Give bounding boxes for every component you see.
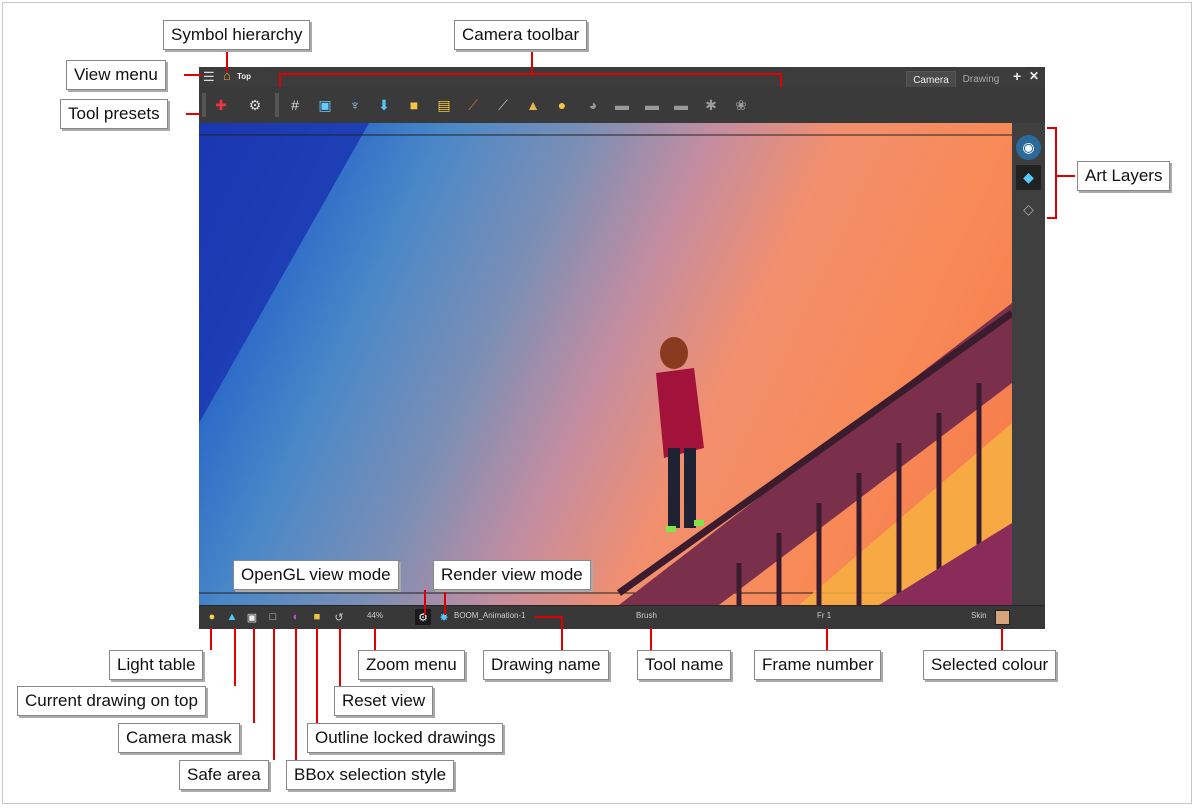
camera-toolbar: ✚ ⚙ # ▣ ♆ ⬇ ■ ▤ ⟋ ⟋ ▲ ● ◕ ▬ ▬ ▬ ✱ ❀ — [199, 87, 1045, 124]
leader-art-layers-bottom — [1047, 217, 1057, 219]
leader-bbox — [295, 628, 297, 760]
leader-zoom-menu — [374, 628, 376, 650]
leader-outline-locked — [316, 628, 318, 723]
character — [656, 337, 704, 532]
leader-opengl — [424, 590, 426, 615]
drawing-name: BOOM_Animation-1 — [454, 611, 526, 620]
leader-camera-mask — [253, 628, 255, 723]
leader-render — [444, 590, 446, 615]
settings-gear-icon[interactable]: ⚙ — [243, 93, 267, 117]
callout-safe-area: Safe area — [179, 760, 269, 790]
art-layers-panel: ◉ ◆ ◇ — [1012, 123, 1045, 605]
outline-locked-drawings-icon[interactable]: ■ — [309, 609, 325, 625]
callout-reset-view: Reset view — [334, 686, 434, 716]
reset-view-icon[interactable]: ↺ — [331, 609, 347, 625]
callout-tool-presets: Tool presets — [60, 99, 168, 129]
callout-tool-name: Tool name — [637, 650, 732, 680]
selected-colour-name: Skin — [971, 611, 987, 620]
mirror-icon[interactable]: ● — [550, 93, 574, 117]
leader-selected-colour — [1001, 628, 1003, 650]
leader-art-layers-mid — [1055, 175, 1075, 177]
scene-artwork — [199, 123, 1012, 605]
tab-drawing-label: Drawing — [962, 73, 1000, 85]
stand-5-icon[interactable]: ✱ — [699, 93, 723, 117]
leader-current-drawing-on-top — [234, 628, 236, 686]
leader-camera-toolbar-left — [279, 73, 281, 87]
line-art-layer-icon[interactable]: ◆ — [1016, 165, 1041, 190]
bbox-selection-style-icon[interactable]: ◐ — [288, 609, 304, 625]
leader-camera-toolbar-right — [780, 73, 782, 87]
frame-number: Fr 1 — [817, 611, 832, 620]
close-icon[interactable]: ✕ — [1029, 69, 1039, 83]
selected-colour-swatch[interactable] — [995, 610, 1010, 625]
lighting-icon[interactable]: ▲ — [521, 93, 545, 117]
status-bar: ● ▲ ▣ □ ◐ ■ ↺ 44% ⚙ ✸ BOOM_Animation-1 B… — [199, 605, 1045, 629]
leader-art-layers-top — [1047, 127, 1057, 129]
leader-camera-toolbar-bar — [279, 73, 781, 75]
callout-symbol-hierarchy: Symbol hierarchy — [163, 20, 311, 50]
unlock-icon[interactable]: ▤ — [432, 93, 456, 117]
view-menu-icon[interactable]: ☰ — [203, 69, 215, 85]
leader-drawing-name-down — [561, 616, 563, 650]
zoom-menu[interactable]: 44% — [367, 611, 383, 620]
callout-camera-toolbar: Camera toolbar — [454, 20, 588, 50]
guides-icon[interactable]: ⟋ — [491, 93, 515, 117]
callout-outline-locked-drawings: Outline locked drawings — [307, 723, 504, 753]
lock-icon[interactable]: ■ — [402, 93, 426, 117]
leader-frame-number — [826, 628, 828, 650]
camera-mask-toggle-icon[interactable]: ▣ — [244, 609, 260, 625]
callout-drawing-name: Drawing name — [483, 650, 609, 680]
camera-view-window: ☰ ⌂ Top Camera Drawing + ✕ ✚ ⚙ # ▣ ♆ ⬇ ■… — [199, 67, 1045, 629]
current-drawing-on-top-icon[interactable]: ▲ — [224, 609, 240, 625]
stand-2-icon[interactable]: ▬ — [610, 93, 634, 117]
stand-4-icon[interactable]: ▬ — [669, 93, 693, 117]
tab-drawing[interactable]: Drawing — [955, 71, 1007, 87]
leader-art-layers-bar — [1055, 127, 1057, 219]
callout-render-view-mode: Render view mode — [433, 560, 591, 590]
callout-bbox-selection-style: BBox selection style — [286, 760, 455, 790]
leader-symbol-hierarchy — [226, 50, 228, 72]
toolbar-grip — [202, 93, 206, 117]
callout-current-drawing-on-top: Current drawing on top — [17, 686, 206, 716]
callout-opengl-view-mode: OpenGL view mode — [233, 560, 399, 590]
stand-3-icon[interactable]: ▬ — [640, 93, 664, 117]
light-table-bulb-icon[interactable]: ● — [204, 609, 220, 625]
callout-selected-colour: Selected colour — [923, 650, 1057, 680]
colour-art-layer-icon[interactable]: ◇ — [1016, 197, 1041, 222]
leader-drawing-name — [535, 616, 563, 618]
leader-camera-toolbar-stem — [531, 50, 533, 74]
camera-viewport[interactable] — [199, 123, 1012, 605]
camera-mask-icon[interactable]: ▣ — [313, 93, 337, 117]
toolbar-grip — [275, 93, 279, 117]
tab-camera-label: Camera — [913, 74, 949, 86]
blue-light-beam — [199, 123, 369, 423]
breadcrumb[interactable]: Top — [237, 72, 251, 81]
stand-6-icon[interactable]: ❀ — [729, 93, 753, 117]
tool-presets-icon[interactable]: ✚ — [209, 93, 233, 117]
leader-view-menu — [184, 74, 202, 76]
leader-tool-presets — [186, 113, 200, 115]
callout-art-layers: Art Layers — [1077, 161, 1171, 191]
light-table-icon[interactable]: ⬇ — [372, 93, 396, 117]
stand-1-icon[interactable]: ◕ — [581, 93, 605, 117]
grid-icon[interactable]: # — [283, 93, 307, 117]
top-bar: ☰ ⌂ Top Camera Drawing + ✕ — [199, 67, 1045, 89]
ruler-icon[interactable]: ⟋ — [461, 93, 485, 117]
tool-name: Brush — [636, 611, 657, 620]
callout-light-table: Light table — [109, 650, 204, 680]
leader-light-table — [210, 628, 212, 650]
callout-camera-mask: Camera mask — [118, 723, 240, 753]
onion-skin-icon[interactable]: ♆ — [343, 93, 367, 117]
callout-zoom-menu: Zoom menu — [358, 650, 465, 680]
overlay-layer-eye-icon[interactable]: ◉ — [1016, 135, 1041, 160]
leader-tool-name — [650, 628, 652, 650]
leader-reset-view — [339, 628, 341, 686]
add-tab-icon[interactable]: + — [1013, 68, 1021, 84]
callout-frame-number: Frame number — [754, 650, 882, 680]
opengl-view-mode-icon[interactable]: ⚙ — [415, 609, 431, 625]
callout-view-menu: View menu — [66, 60, 166, 90]
leader-safe-area — [273, 628, 275, 760]
safe-area-icon[interactable]: □ — [265, 609, 281, 625]
